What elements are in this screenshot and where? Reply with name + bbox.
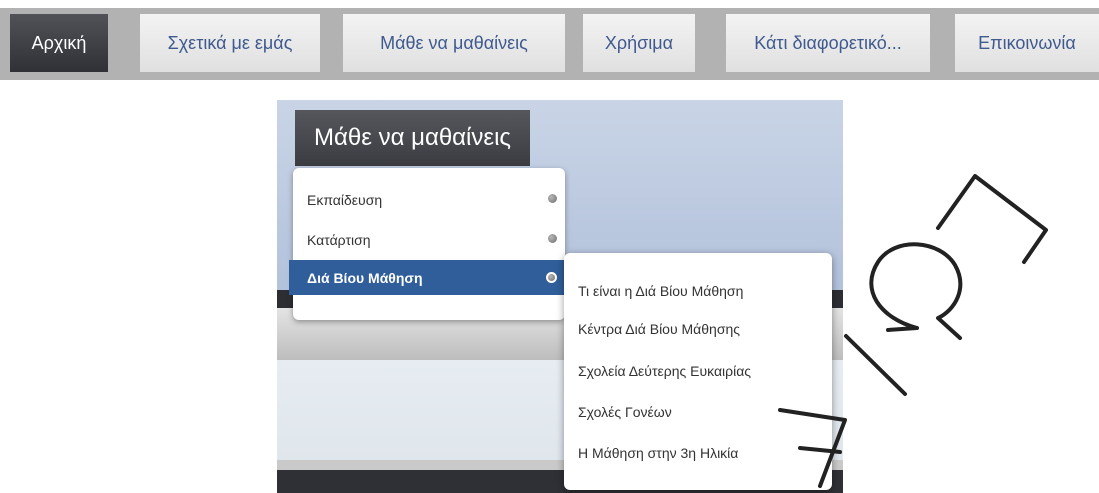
menu-illustration-image: Μάθε να μαθαίνεις Εκπαίδευση Κατάρτιση Δ…	[277, 100, 843, 493]
submenu-item: Τι είναι η Διά Βίου Μάθηση	[578, 283, 744, 299]
dropdown-item-lifelong-learning: Διά Βίου Μάθηση	[289, 260, 565, 295]
dropdown-item-label: Διά Βίου Μάθηση	[307, 269, 423, 286]
illustration-dropdown: Εκπαίδευση Κατάρτιση Διά Βίου Μάθηση	[289, 168, 565, 320]
submenu-item: Σχολεία Δεύτερης Ευκαιρίας	[578, 363, 752, 379]
submenu-item: Σχολές Γονέων	[578, 404, 672, 420]
dropdown-item-training: Κατάρτιση	[293, 222, 565, 257]
dropdown-item-label: Εκπαίδευση	[307, 191, 383, 208]
illustration-menu-title: Μάθε να μαθαίνεις	[295, 110, 530, 166]
illustration-submenu: Τι είναι η Διά Βίου Μάθηση Κέντρα Διά Βί…	[564, 253, 832, 490]
bullet-dot-icon	[548, 194, 557, 203]
bullet-dot-icon	[548, 234, 557, 243]
dropdown-item-label: Κατάρτιση	[307, 231, 371, 248]
tab-contact[interactable]: Επικοινωνία	[955, 14, 1099, 72]
tab-learn-to-learn[interactable]: Μάθε να μαθαίνεις	[343, 14, 565, 72]
submenu-item: Κέντρα Διά Βίου Μάθησης	[578, 321, 741, 337]
dropdown-item-education: Εκπαίδευση	[293, 182, 565, 217]
tab-home[interactable]: Αρχική	[10, 14, 108, 72]
main-navigation: Αρχική Σχετικά με εμάς Μάθε να μαθαίνεις…	[0, 8, 1099, 80]
tab-something-different[interactable]: Κάτι διαφορετικό...	[726, 14, 930, 72]
bullet-dot-icon	[546, 272, 557, 283]
tab-about-us[interactable]: Σχετικά με εμάς	[140, 14, 320, 72]
submenu-item: Η Μάθηση στην 3η Ηλικία	[578, 445, 739, 461]
tab-useful[interactable]: Χρήσιμα	[583, 14, 695, 72]
